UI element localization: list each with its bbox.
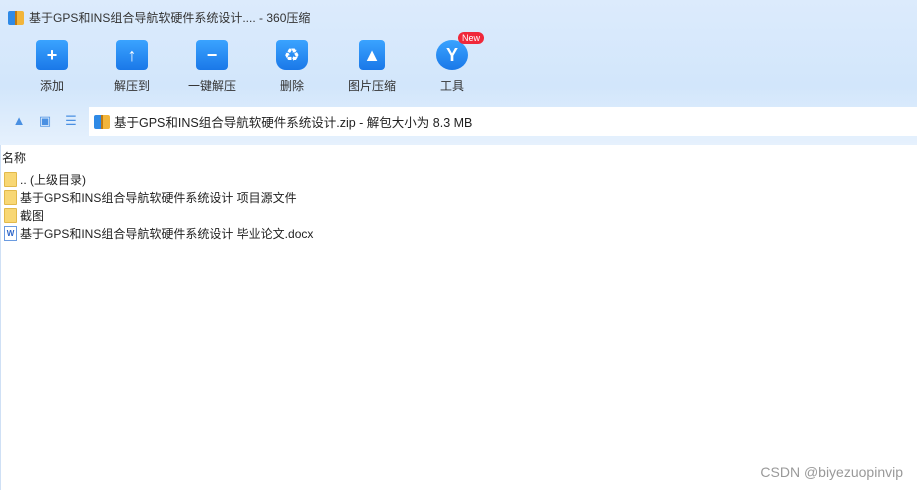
file-list: .. (上级目录) 基于GPS和INS组合导航软硬件系统设计 项目源文件 截图 …	[4, 170, 313, 242]
list-item[interactable]: .. (上级目录)	[4, 170, 313, 188]
tools-icon: Y	[436, 40, 468, 70]
watermark: CSDN @biyezuopinvip	[760, 464, 903, 480]
extract-to-button[interactable]: ↑ 解压到	[92, 40, 172, 94]
add-icon: +	[36, 40, 68, 70]
address-bar[interactable]: 基于GPS和INS组合导航软硬件系统设计.zip - 解包大小为 8.3 MB	[89, 107, 917, 136]
one-click-extract-button[interactable]: − 一键解压	[172, 40, 252, 94]
add-button[interactable]: + 添加	[12, 40, 92, 94]
tools-button[interactable]: Y New 工具	[412, 32, 492, 94]
window-title: 基于GPS和INS组合导航软硬件系统设计.... - 360压缩	[8, 9, 310, 26]
toolbar: + 添加 ↑ 解压到 − 一键解压 ♻ 删除 ▲ 图片压缩 Y New 工具	[0, 32, 492, 94]
word-doc-icon: W	[4, 225, 17, 241]
folder-icon	[4, 207, 17, 223]
list-item[interactable]: 基于GPS和INS组合导航软硬件系统设计 项目源文件	[4, 188, 313, 206]
folder-icon	[4, 189, 17, 205]
folder-icon	[4, 171, 17, 187]
list-item[interactable]: W 基于GPS和INS组合导航软硬件系统设计 毕业论文.docx	[4, 224, 313, 242]
extract-icon: ↑	[116, 40, 148, 70]
list-view-icon[interactable]: ☰	[64, 114, 78, 128]
zip-icon	[8, 10, 24, 25]
column-header-name[interactable]: 名称	[2, 149, 26, 166]
zip-icon	[94, 114, 110, 129]
header-area: 基于GPS和INS组合导航软硬件系统设计.... - 360压缩 + 添加 ↑ 解压…	[0, 0, 917, 145]
recycle-bin-icon: ♻	[276, 40, 308, 70]
left-border	[0, 145, 1, 490]
up-arrow-icon[interactable]: ▲	[12, 114, 26, 128]
folder-minus-icon: −	[196, 40, 228, 70]
image-compress-button[interactable]: ▲ 图片压缩	[332, 40, 412, 94]
new-badge: New	[458, 32, 485, 44]
navigation-bar: ▲ ▣ ☰ 基于GPS和INS组合导航软硬件系统设计.zip - 解包大小为 8…	[0, 106, 917, 136]
list-item[interactable]: 截图	[4, 206, 313, 224]
delete-button[interactable]: ♻ 删除	[252, 40, 332, 94]
thumbnail-view-icon[interactable]: ▣	[38, 114, 52, 128]
image-file-icon: ▲	[359, 40, 385, 70]
